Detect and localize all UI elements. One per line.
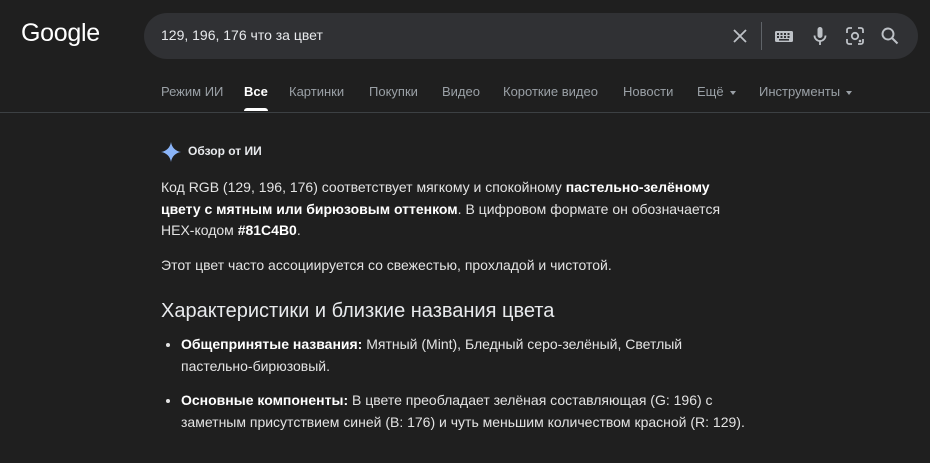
characteristics-list: Общепринятые названия: Мятный (Mint), Бл…	[161, 334, 751, 433]
google-logo[interactable]: Google	[21, 19, 100, 48]
list-item: Общепринятые названия: Мятный (Mint), Бл…	[181, 334, 751, 377]
tab-images[interactable]: Картинки	[289, 84, 344, 99]
tab-all[interactable]: Все	[244, 84, 268, 111]
search-query[interactable]: 129, 196, 176 что за цвет	[161, 27, 323, 43]
tab-tools-label: Инструменты	[759, 84, 841, 99]
header: Google 129, 196, 176 что за цвет Режим И…	[0, 0, 930, 113]
lens-icon[interactable]	[843, 24, 867, 48]
tab-more[interactable]: Ещё	[697, 84, 736, 99]
close-icon[interactable]	[728, 24, 752, 48]
tab-ai-mode[interactable]: Режим ИИ	[161, 84, 223, 99]
search-box[interactable]: 129, 196, 176 что за цвет	[144, 13, 918, 59]
tab-more-label: Ещё	[697, 84, 724, 99]
microphone-icon[interactable]	[808, 24, 832, 48]
search-divider	[761, 22, 762, 50]
chevron-down-icon	[729, 90, 736, 95]
section-heading: Характеристики и близкие названия цвета	[161, 300, 555, 322]
tab-news[interactable]: Новости	[623, 84, 673, 99]
p1-text-1: Код RGB (129, 196, 176) соответствует мя…	[161, 179, 566, 195]
tab-videos[interactable]: Видео	[442, 84, 480, 99]
ai-overview-title: Обзор от ИИ	[188, 144, 262, 158]
tab-shopping[interactable]: Покупки	[369, 84, 418, 99]
overview-paragraph-1: Код RGB (129, 196, 176) соответствует мя…	[161, 177, 751, 242]
gemini-sparkle-icon	[161, 142, 181, 162]
chevron-down-icon	[846, 90, 853, 95]
ai-overview: Обзор от ИИ Код RGB (129, 196, 176) соот…	[161, 140, 751, 446]
list-item: Основные компоненты: В цвете преобладает…	[181, 390, 751, 433]
p1-text-3: .	[296, 222, 301, 238]
overview-paragraph-2: Этот цвет часто ассоциируется со свежест…	[161, 256, 612, 273]
list-item-label: Основные компоненты:	[181, 392, 349, 408]
list-item-label: Общепринятые названия:	[181, 336, 363, 352]
keyboard-icon[interactable]	[772, 24, 796, 48]
tab-short-videos[interactable]: Короткие видео	[503, 84, 598, 99]
tab-tools[interactable]: Инструменты	[759, 84, 853, 99]
p1-bold-2: #81C4B0	[237, 222, 297, 238]
ai-overview-header: Обзор от ИИ	[161, 140, 751, 166]
search-icon[interactable]	[878, 24, 902, 48]
